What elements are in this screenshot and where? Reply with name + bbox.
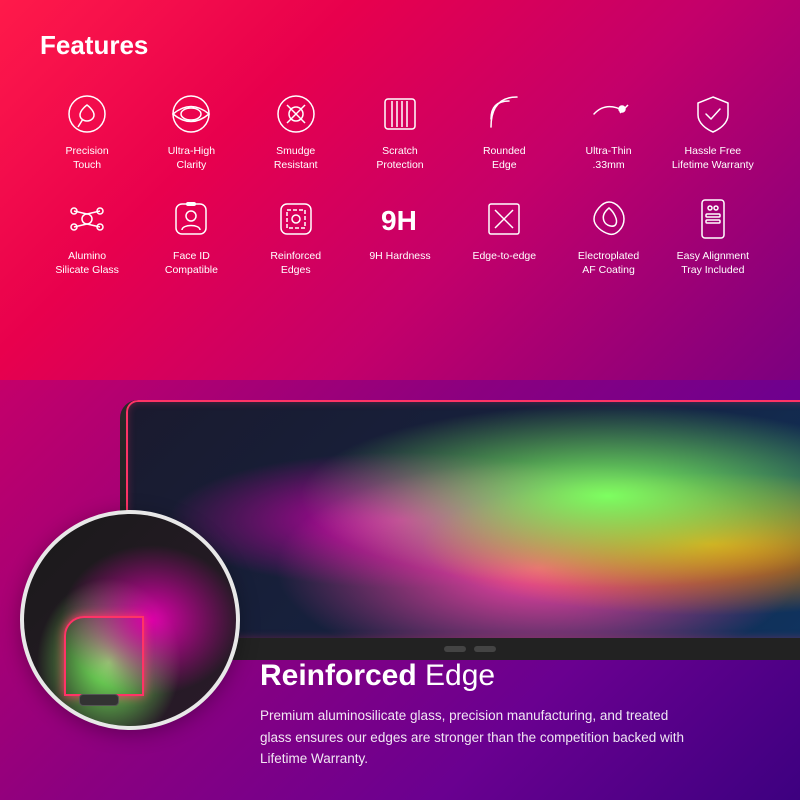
9h-icon: 9H [375,194,425,244]
feature-precision-touch: PrecisionTouch [40,89,134,172]
phone-button-1 [444,646,466,652]
9h-label: 9H Hardness [369,250,430,264]
electroplated-label: ElectroplatedAF Coating [578,250,639,277]
features-row-2: AluminoSilicate Glass Face IDCompatible … [40,194,760,277]
circle-zoom [20,510,240,730]
electroplated-icon [584,194,634,244]
edge-icon [479,194,529,244]
bottom-section: Reinforced Edge Premium aluminosilicate … [0,380,800,800]
feature-rounded: RoundedEdge [457,89,551,172]
scratch-icon [375,89,425,139]
circle-zoom-inner [24,514,236,726]
page-wrapper: Features PrecisionTouch Ultra-HighClarit… [0,0,800,800]
feature-tray: Easy AlignmentTray Included [666,194,760,277]
ultra-clarity-label: Ultra-HighClarity [168,145,215,172]
reinforced-normal: Edge [417,659,495,692]
features-title: Features [40,30,760,61]
reinforced-desc: Premium aluminosilicate glass, precision… [260,705,700,770]
faceid-label: Face IDCompatible [165,250,218,277]
precision-touch-label: PrecisionTouch [66,145,109,172]
thin-icon [584,89,634,139]
tray-icon [688,194,738,244]
reinforced-edges-label: ReinforcedEdges [270,250,321,277]
tray-label: Easy AlignmentTray Included [677,250,749,277]
features-row-1: PrecisionTouch Ultra-HighClarity SmudgeR… [40,89,760,172]
edge-to-edge-label: Edge-to-edge [472,250,536,264]
alumino-icon [62,194,112,244]
smudge-icon [271,89,321,139]
feature-alumino: AluminoSilicate Glass [40,194,134,277]
precision-touch-icon [62,89,112,139]
feature-edge-to-edge: Edge-to-edge [457,194,551,277]
ultra-clarity-icon [166,89,216,139]
feature-9h: 9H 9H Hardness [353,194,447,277]
top-section: Features PrecisionTouch Ultra-HighClarit… [0,0,800,380]
feature-reinforced: ReinforcedEdges [249,194,343,277]
svg-text:9H: 9H [381,205,417,236]
thin-label: Ultra-Thin.33mm [586,145,632,172]
phone-button-2 [474,646,496,652]
feature-thin: Ultra-Thin.33mm [561,89,655,172]
smudge-label: SmudgeResistant [274,145,318,172]
circle-corner [64,616,144,696]
feature-smudge: SmudgeResistant [249,89,343,172]
feature-ultra-clarity: Ultra-HighClarity [144,89,238,172]
feature-warranty: Hassle FreeLifetime Warranty [666,89,760,172]
alumino-label: AluminoSilicate Glass [55,250,119,277]
feature-faceid: Face IDCompatible [144,194,238,277]
reinforced-icon [271,194,321,244]
rounded-icon [479,89,529,139]
warranty-label: Hassle FreeLifetime Warranty [672,145,754,172]
scratch-label: ScratchProtection [376,145,423,172]
feature-electroplated: ElectroplatedAF Coating [561,194,655,277]
reinforced-title: Reinforced Edge [260,659,770,693]
feature-scratch: ScratchProtection [353,89,447,172]
circle-port [79,694,119,706]
warranty-icon [688,89,738,139]
faceid-icon [166,194,216,244]
rounded-label: RoundedEdge [483,145,526,172]
content-area: Reinforced Edge Premium aluminosilicate … [260,659,770,770]
reinforced-bold: Reinforced [260,659,417,692]
